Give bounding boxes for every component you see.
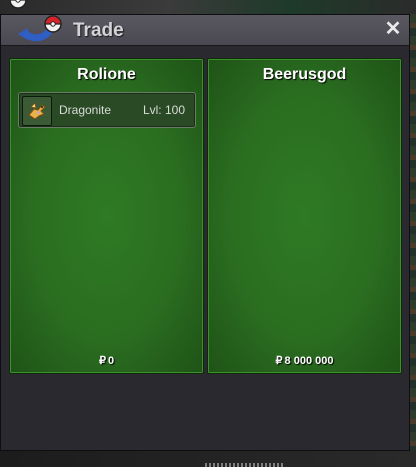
close-button[interactable]: ✕: [383, 18, 403, 40]
right-offer-panel: Beerusgod ₽8 000 000: [207, 58, 402, 374]
right-money-amount: 8 000 000: [284, 355, 334, 367]
window-title: Trade: [73, 20, 124, 41]
right-player-name: Beerusgod: [262, 66, 347, 83]
right-money: ₽8 000 000: [208, 354, 401, 367]
trade-logo-icon: [6, 0, 66, 42]
left-player-name: Rolione: [77, 66, 136, 83]
item-name: Dragonite: [59, 103, 112, 117]
left-offer-panel: Rolione Dragonite Lvl: 100 ₽0: [9, 58, 204, 374]
dragonite-icon: [22, 96, 52, 126]
item-level: Lvl: 100: [142, 103, 185, 117]
currency-icon: ₽: [275, 355, 283, 367]
currency-icon: ₽: [98, 355, 106, 367]
game-background-text: [205, 463, 285, 467]
left-money: ₽0: [10, 354, 203, 367]
left-money-amount: 0: [107, 355, 115, 367]
game-background-right: [410, 14, 416, 467]
offer-item-slot[interactable]: Dragonite Lvl: 100: [18, 92, 196, 128]
trade-window: Trade ✕ Rolione Dragonite Lvl: 100 ₽0 Be…: [0, 14, 410, 451]
